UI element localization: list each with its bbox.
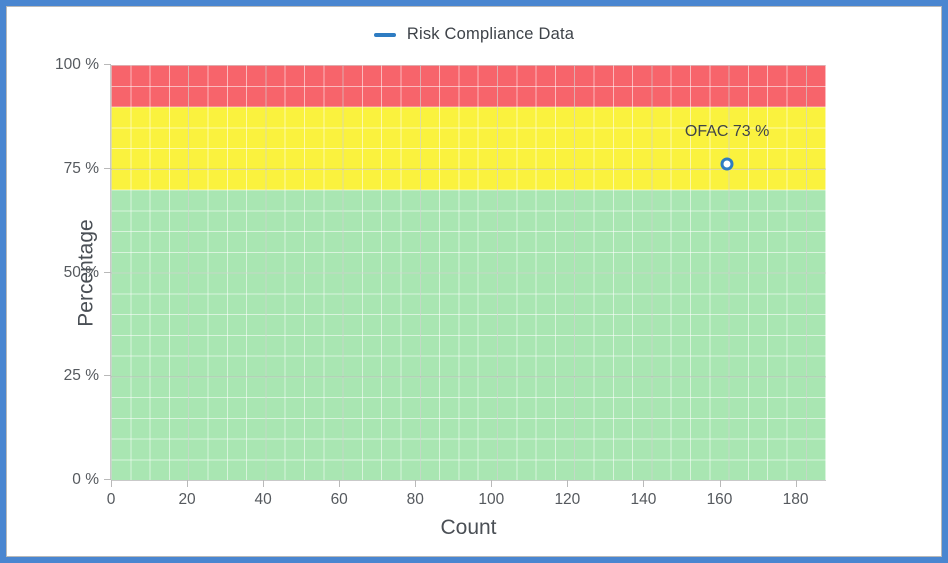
x-tick-label: 120: [554, 491, 581, 508]
x-tick-mark: [567, 480, 569, 487]
legend-item-risk-compliance-data[interactable]: Risk Compliance Data: [373, 25, 575, 44]
x-tick-mark: [187, 480, 189, 487]
y-tick-mark: [104, 375, 111, 377]
y-tick-mark: [104, 479, 111, 480]
plot-area: 0 % 25 % 50 % 75 % 100 % 0 20 40 60 80 100 120 140 1…: [55, 56, 826, 539]
y-axis-line: [110, 65, 111, 480]
x-tick-label: 160: [706, 491, 733, 508]
x-tick-label: 60: [330, 491, 348, 508]
x-tick-label: 180: [782, 491, 809, 508]
legend-item-label: Risk Compliance Data: [406, 25, 575, 43]
x-tick-label: 40: [254, 491, 272, 508]
y-tick-label: 25 %: [63, 367, 99, 385]
y-tick-mark: [104, 64, 111, 65]
x-tick-label: 80: [406, 491, 424, 508]
y-axis-title: Percentage: [74, 218, 98, 327]
chart-legend: Risk Compliance Data: [7, 25, 941, 44]
x-tick-mark: [719, 480, 721, 487]
x-tick-mark: [263, 480, 265, 487]
x-tick-mark: [111, 480, 112, 487]
chart-panel: Risk Compliance Data 0 % 25 % 50 % 75 % 100 …: [6, 6, 942, 557]
data-point-marker[interactable]: [720, 157, 734, 171]
x-tick-mark: [415, 480, 417, 487]
band-green-zone: [111, 189, 826, 480]
y-tick-label: 0 %: [72, 471, 99, 488]
y-tick-mark: [104, 271, 111, 273]
x-tick-label: 0: [106, 491, 116, 508]
band-yellow-zone: [111, 106, 826, 190]
band-red-zone: [111, 65, 826, 107]
x-tick-mark: [643, 480, 645, 487]
y-tick-mark: [104, 167, 111, 169]
x-tick-label: 140: [630, 491, 657, 508]
x-tick-mark: [339, 480, 341, 487]
x-tick-mark: [491, 480, 493, 487]
data-point-label: OFAC 73 %: [684, 123, 770, 141]
chart-screen: Risk Compliance Data 0 % 25 % 50 % 75 % 100 …: [0, 0, 948, 563]
x-tick-label: 20: [178, 491, 196, 508]
legend-line-icon: [373, 32, 396, 37]
y-tick-label: 100 %: [55, 56, 99, 73]
x-tick-label: 100: [478, 491, 505, 508]
y-tick-label: 75 %: [63, 159, 99, 177]
x-tick-mark: [795, 480, 797, 487]
x-axis-title: Count: [440, 516, 497, 539]
